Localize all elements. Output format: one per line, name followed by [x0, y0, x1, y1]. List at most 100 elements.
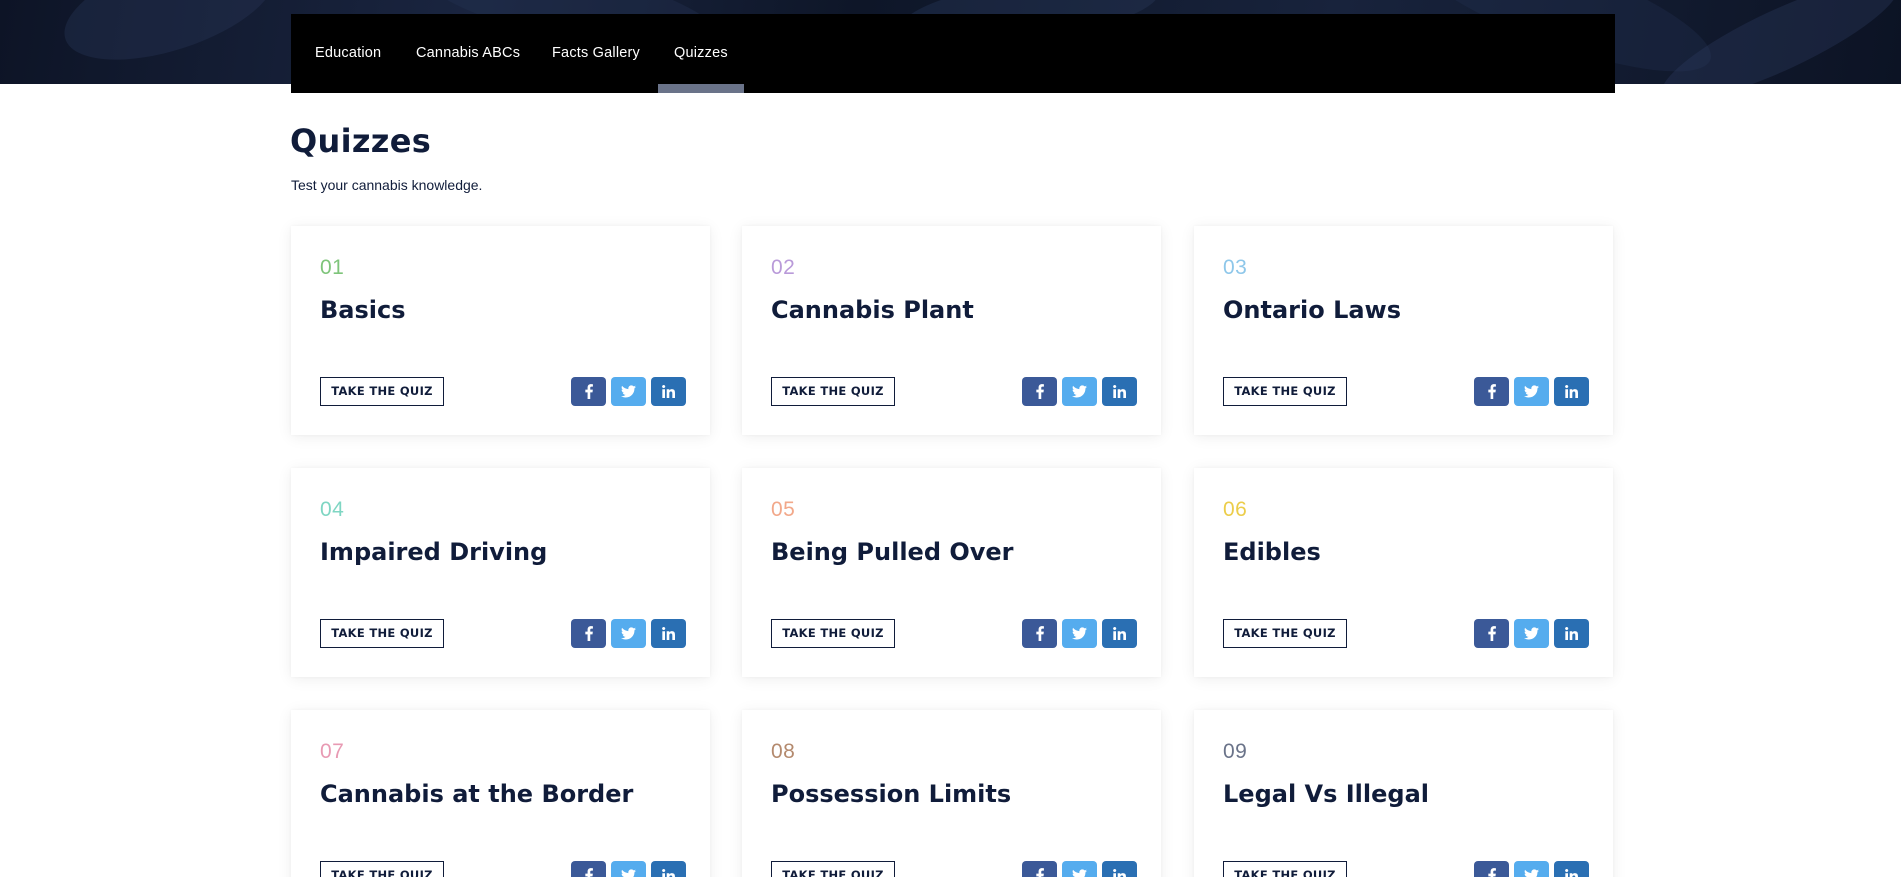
nav-item-cannabis-abcs[interactable]: Cannabis ABCs	[400, 14, 536, 93]
quiz-card: 07 Cannabis at the Border TAKE THE QUIZ	[291, 710, 710, 877]
quiz-card: 05 Being Pulled Over TAKE THE QUIZ	[742, 468, 1161, 677]
twitter-icon	[1072, 869, 1087, 877]
quiz-title: Edibles	[1223, 538, 1321, 566]
quiz-card: 09 Legal Vs Illegal TAKE THE QUIZ	[1194, 710, 1613, 877]
twitter-share-button[interactable]	[1062, 861, 1097, 877]
quiz-title: Cannabis at the Border	[320, 780, 634, 808]
linkedin-icon	[1565, 385, 1578, 398]
quiz-title: Being Pulled Over	[771, 538, 1014, 566]
facebook-icon	[1487, 384, 1497, 399]
twitter-icon	[621, 627, 636, 640]
facebook-icon	[1035, 626, 1045, 641]
quiz-title: Cannabis Plant	[771, 296, 974, 324]
facebook-share-button[interactable]	[1022, 619, 1057, 648]
linkedin-icon	[1113, 627, 1126, 640]
take-quiz-button[interactable]: TAKE THE QUIZ	[1223, 377, 1347, 406]
quiz-title: Ontario Laws	[1223, 296, 1402, 324]
twitter-share-button[interactable]	[611, 377, 646, 406]
facebook-icon	[584, 868, 594, 877]
quiz-title: Possession Limits	[771, 780, 1012, 808]
nav-item-label: Education	[315, 45, 382, 61]
nav-item-quizzes[interactable]: Quizzes	[658, 14, 744, 93]
facebook-share-button[interactable]	[571, 619, 606, 648]
facebook-share-button[interactable]	[1474, 619, 1509, 648]
facebook-icon	[1035, 868, 1045, 877]
quiz-number: 02	[771, 256, 796, 279]
quiz-title: Impaired Driving	[320, 538, 548, 566]
twitter-icon	[1072, 627, 1087, 640]
quiz-number: 05	[771, 498, 796, 521]
linkedin-share-button[interactable]	[1554, 861, 1589, 877]
twitter-icon	[1524, 869, 1539, 877]
linkedin-share-button[interactable]	[1102, 861, 1137, 877]
twitter-share-button[interactable]	[611, 861, 646, 877]
linkedin-icon	[1565, 627, 1578, 640]
quiz-card: 02 Cannabis Plant TAKE THE QUIZ	[742, 226, 1161, 435]
quiz-number: 06	[1223, 498, 1248, 521]
twitter-share-button[interactable]	[1514, 619, 1549, 648]
nav-item-facts-gallery[interactable]: Facts Gallery	[536, 14, 656, 93]
twitter-share-button[interactable]	[611, 619, 646, 648]
twitter-share-button[interactable]	[1514, 861, 1549, 877]
quiz-number: 04	[320, 498, 345, 521]
linkedin-share-button[interactable]	[651, 861, 686, 877]
linkedin-icon	[662, 627, 675, 640]
facebook-share-button[interactable]	[1474, 861, 1509, 877]
facebook-share-button[interactable]	[571, 861, 606, 877]
twitter-share-button[interactable]	[1514, 377, 1549, 406]
page-title: Quizzes	[290, 122, 432, 160]
facebook-share-button[interactable]	[1474, 377, 1509, 406]
take-quiz-button[interactable]: TAKE THE QUIZ	[771, 861, 895, 877]
page-subtitle: Test your cannabis knowledge.	[291, 177, 483, 193]
quiz-number: 01	[320, 256, 345, 279]
take-quiz-button[interactable]: TAKE THE QUIZ	[320, 377, 444, 406]
linkedin-share-button[interactable]	[651, 619, 686, 648]
take-quiz-button[interactable]: TAKE THE QUIZ	[771, 377, 895, 406]
nav-item-education[interactable]: Education	[299, 14, 397, 93]
linkedin-icon	[662, 869, 675, 877]
quiz-card: 08 Possession Limits TAKE THE QUIZ	[742, 710, 1161, 877]
quiz-card: 06 Edibles TAKE THE QUIZ	[1194, 468, 1613, 677]
twitter-icon	[1072, 385, 1087, 398]
twitter-icon	[1524, 627, 1539, 640]
take-quiz-button[interactable]: TAKE THE QUIZ	[771, 619, 895, 648]
quiz-card: 03 Ontario Laws TAKE THE QUIZ	[1194, 226, 1613, 435]
quiz-number: 08	[771, 740, 796, 763]
twitter-share-button[interactable]	[1062, 619, 1097, 648]
quiz-number: 09	[1223, 740, 1248, 763]
twitter-icon	[621, 385, 636, 398]
linkedin-share-button[interactable]	[1554, 377, 1589, 406]
linkedin-share-button[interactable]	[651, 377, 686, 406]
nav-item-label: Facts Gallery	[552, 45, 641, 61]
quiz-number: 07	[320, 740, 345, 763]
facebook-share-button[interactable]	[1022, 377, 1057, 406]
linkedin-share-button[interactable]	[1102, 619, 1137, 648]
facebook-icon	[1487, 626, 1497, 641]
facebook-icon	[584, 626, 594, 641]
linkedin-share-button[interactable]	[1554, 619, 1589, 648]
quiz-title: Basics	[320, 296, 406, 324]
twitter-icon	[621, 869, 636, 877]
take-quiz-button[interactable]: TAKE THE QUIZ	[1223, 861, 1347, 877]
facebook-icon	[1487, 868, 1497, 877]
linkedin-icon	[662, 385, 675, 398]
facebook-icon	[1035, 384, 1045, 399]
quiz-title: Legal Vs Illegal	[1223, 780, 1430, 808]
take-quiz-button[interactable]: TAKE THE QUIZ	[1223, 619, 1347, 648]
twitter-share-button[interactable]	[1062, 377, 1097, 406]
quiz-card: 01 Basics TAKE THE QUIZ	[291, 226, 710, 435]
main-nav: Education Cannabis ABCs Facts Gallery Qu…	[291, 14, 1615, 93]
nav-item-label: Cannabis ABCs	[416, 45, 521, 61]
linkedin-share-button[interactable]	[1102, 377, 1137, 406]
facebook-share-button[interactable]	[571, 377, 606, 406]
nav-item-label: Quizzes	[674, 45, 728, 61]
facebook-icon	[584, 384, 594, 399]
linkedin-icon	[1113, 869, 1126, 877]
facebook-share-button[interactable]	[1022, 861, 1057, 877]
linkedin-icon	[1565, 869, 1578, 877]
take-quiz-button[interactable]: TAKE THE QUIZ	[320, 861, 444, 877]
quiz-card: 04 Impaired Driving TAKE THE QUIZ	[291, 468, 710, 677]
take-quiz-button[interactable]: TAKE THE QUIZ	[320, 619, 444, 648]
linkedin-icon	[1113, 385, 1126, 398]
twitter-icon	[1524, 385, 1539, 398]
